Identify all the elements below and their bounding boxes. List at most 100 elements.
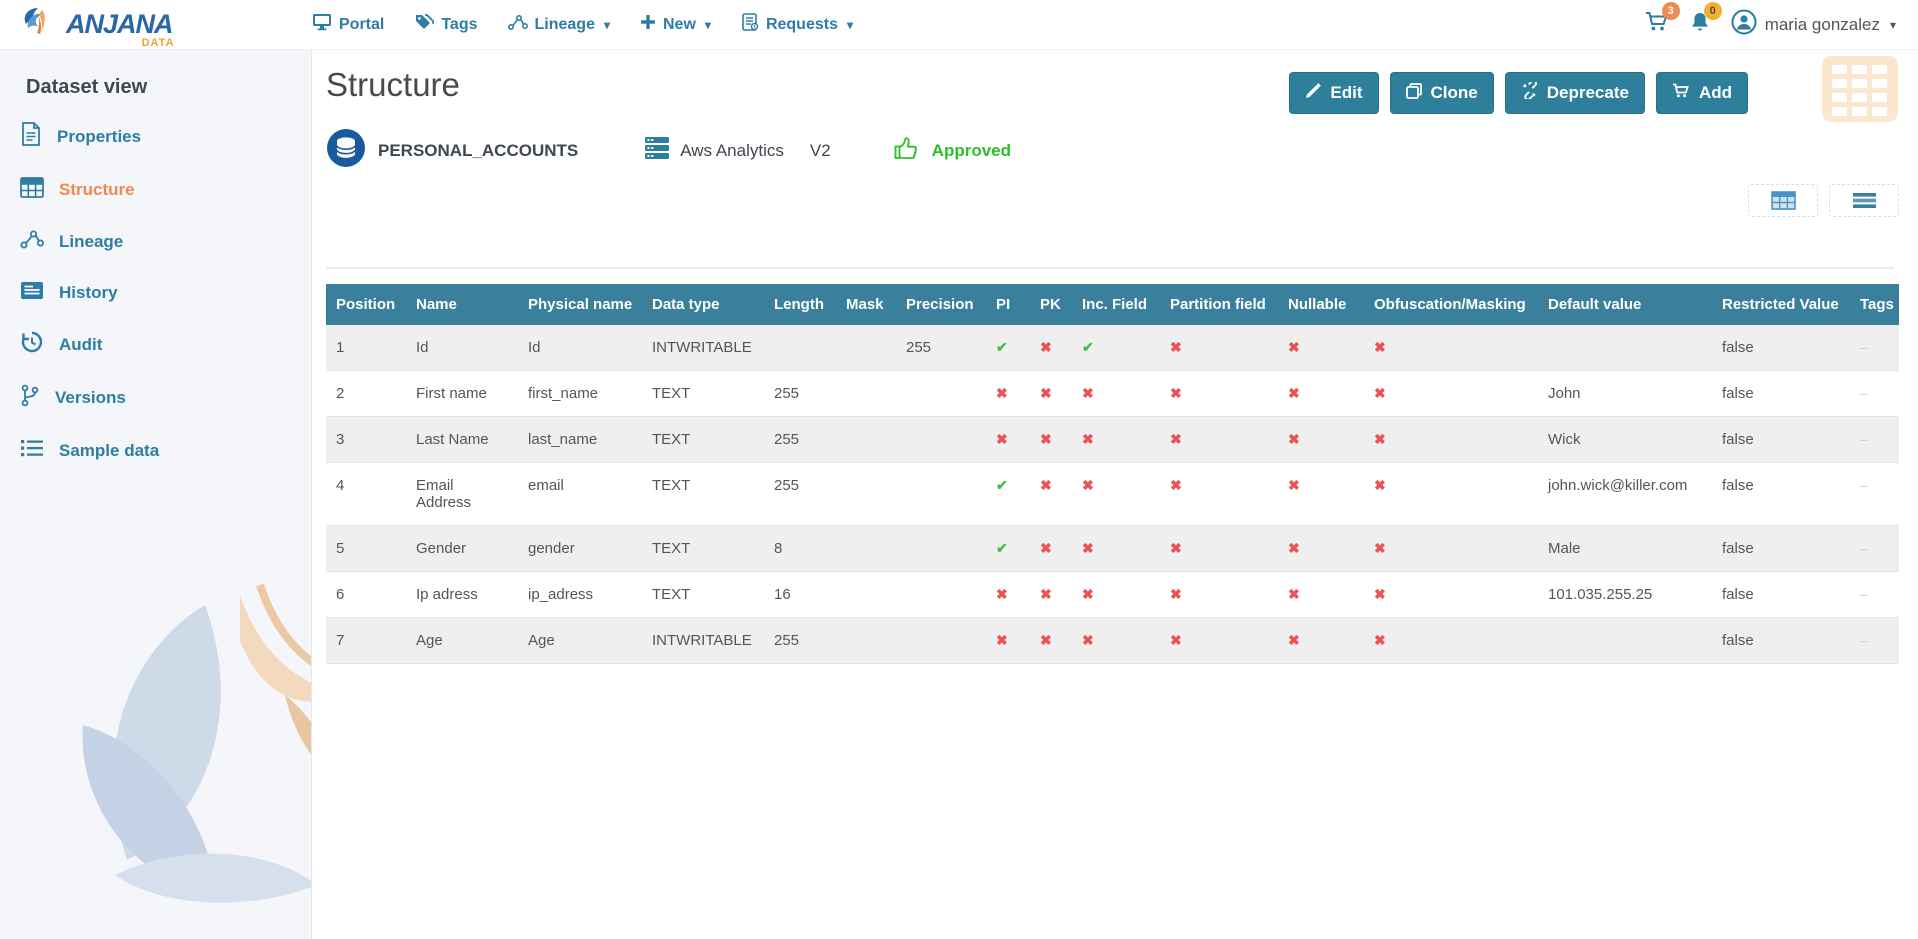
cross-icon: ✖: [1288, 431, 1300, 447]
user-menu[interactable]: maria gonzalez ▾: [1731, 9, 1896, 40]
list-view-button[interactable]: [1829, 184, 1899, 217]
cell-position: 6: [326, 572, 406, 618]
menu-item-requests[interactable]: Requests ▾: [741, 13, 853, 36]
notifications-button[interactable]: 0: [1689, 11, 1711, 39]
top-navbar: ANJANA DATA Portal Tags Lineage ▾: [0, 0, 1918, 50]
cell-restricted-value: false: [1712, 417, 1850, 463]
cell-nullable: ✖: [1278, 371, 1364, 417]
cell-data-type: TEXT: [642, 572, 764, 618]
cross-icon: ✖: [1170, 632, 1182, 648]
add-button[interactable]: Add: [1656, 72, 1748, 114]
cross-icon: ✖: [1170, 477, 1182, 493]
column-header: Inc. Field: [1072, 284, 1160, 325]
tags-dash: –: [1860, 340, 1867, 355]
menu-label: Requests: [766, 16, 838, 34]
column-header: Default value: [1538, 284, 1712, 325]
table-row: 7AgeAgeINTWRITABLE255✖✖✖✖✖✖false–: [326, 618, 1899, 664]
user-name: maria gonzalez: [1765, 15, 1880, 35]
cell-position: 3: [326, 417, 406, 463]
table-row: 6Ip adressip_adressTEXT16✖✖✖✖✖✖101.035.2…: [326, 572, 1899, 618]
cell-restricted-value: false: [1712, 371, 1850, 417]
cross-icon: ✖: [1040, 540, 1052, 556]
deprecate-button[interactable]: Deprecate: [1505, 72, 1645, 114]
sidebar-item-label: Sample data: [59, 441, 159, 461]
tags-dash: –: [1860, 478, 1867, 493]
cross-icon: ✖: [1374, 540, 1386, 556]
cell-partition-field: ✖: [1160, 526, 1278, 572]
cell-position: 5: [326, 526, 406, 572]
sidebar-item-lineage[interactable]: Lineage: [0, 216, 311, 268]
cross-icon: ✖: [1374, 385, 1386, 401]
cell-length: 8: [764, 526, 836, 572]
cell-pi: ✖: [986, 572, 1030, 618]
cell-default-value: [1538, 325, 1712, 371]
cell-pk: ✖: [1030, 618, 1072, 664]
cart-button[interactable]: 3: [1645, 11, 1669, 38]
page-title: Structure: [326, 66, 460, 104]
cell-nullable: ✖: [1278, 325, 1364, 371]
sidebar-item-structure[interactable]: Structure: [0, 164, 311, 216]
cell-mask: [836, 417, 896, 463]
sidebar-item-label: History: [59, 283, 118, 303]
sidebar-item-history[interactable]: History: [0, 268, 311, 318]
datasource-icon: [644, 136, 670, 165]
check-icon: ✔: [1082, 339, 1094, 355]
sidebar-item-audit[interactable]: Audit: [0, 318, 311, 371]
cell-precision: [896, 417, 986, 463]
clone-button[interactable]: Clone: [1390, 72, 1494, 114]
menu-item-portal[interactable]: Portal: [312, 13, 384, 36]
tags-dash: –: [1860, 633, 1867, 648]
table-row: 4Email AddressemailTEXT255✔✖✖✖✖✖john.wic…: [326, 463, 1899, 526]
check-icon: ✔: [996, 477, 1008, 493]
anjana-logo[interactable]: ANJANA DATA: [20, 2, 312, 47]
cell-name: Gender: [406, 526, 518, 572]
column-header: Precision: [896, 284, 986, 325]
column-header: Length: [764, 284, 836, 325]
cell-default-value: [1538, 618, 1712, 664]
cell-mask: [836, 325, 896, 371]
cross-icon: ✖: [1040, 339, 1052, 355]
avatar-icon: [1731, 9, 1757, 40]
cross-icon: ✖: [1288, 632, 1300, 648]
cross-icon: ✖: [1082, 586, 1094, 602]
cross-icon: ✖: [1288, 586, 1300, 602]
cross-icon: ✖: [1288, 385, 1300, 401]
cart-icon: [1672, 83, 1690, 104]
cell-tags: –: [1850, 618, 1899, 664]
sidebar-item-versions[interactable]: Versions: [0, 371, 311, 425]
cell-obfuscation: ✖: [1364, 572, 1538, 618]
cross-icon: ✖: [1288, 477, 1300, 493]
menu-item-tags[interactable]: Tags: [414, 13, 477, 36]
cell-position: 4: [326, 463, 406, 526]
cell-name: Last Name: [406, 417, 518, 463]
cross-icon: ✖: [1082, 431, 1094, 447]
cell-name: Age: [406, 618, 518, 664]
sidebar-item-sample-data[interactable]: Sample data: [0, 425, 311, 476]
menu-item-lineage[interactable]: Lineage ▾: [508, 14, 611, 36]
sidebar-item-label: Properties: [57, 127, 141, 147]
lineage-icon: [508, 14, 528, 36]
sidebar-item-label: Audit: [59, 335, 102, 355]
edit-button[interactable]: Edit: [1289, 72, 1378, 114]
grid-view-button[interactable]: [1748, 184, 1818, 217]
audit-clock-icon: [20, 331, 44, 358]
cell-data-type: INTWRITABLE: [642, 618, 764, 664]
grid-watermark-icon: [1822, 56, 1898, 127]
action-buttons: Edit Clone Deprecate Add: [1289, 72, 1748, 114]
version-label: V2: [810, 141, 831, 161]
plus-icon: [640, 14, 656, 35]
button-label: Edit: [1330, 83, 1362, 103]
cell-pk: ✖: [1030, 572, 1072, 618]
cross-icon: ✖: [1082, 477, 1094, 493]
sidebar-item-properties[interactable]: Properties: [0, 109, 311, 164]
tags-dash: –: [1860, 386, 1867, 401]
cross-icon: ✖: [996, 431, 1008, 447]
cell-pi: ✔: [986, 526, 1030, 572]
menu-item-new[interactable]: New ▾: [640, 14, 711, 35]
lineage-icon: [20, 229, 44, 255]
cell-default-value: john.wick@killer.com: [1538, 463, 1712, 526]
cell-pi: ✖: [986, 417, 1030, 463]
cell-nullable: ✖: [1278, 572, 1364, 618]
cell-tags: –: [1850, 325, 1899, 371]
chevron-down-icon: ▾: [705, 18, 711, 32]
